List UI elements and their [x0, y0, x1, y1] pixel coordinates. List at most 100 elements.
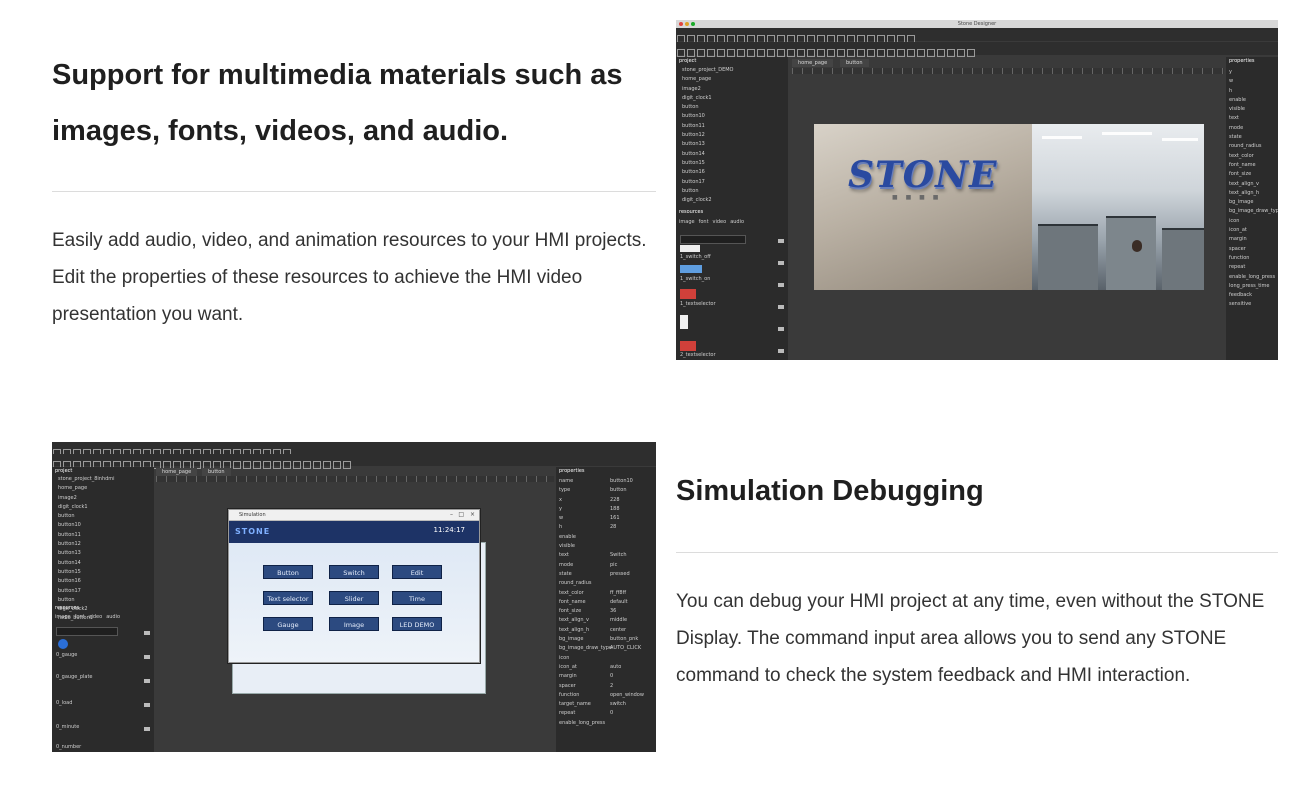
tree-item[interactable]: button10 [682, 112, 733, 121]
resource-item[interactable]: 0_gauge_plate [56, 673, 93, 682]
property-row[interactable]: margin [559, 671, 612, 680]
property-row[interactable]: name [559, 476, 612, 485]
resource-action-icons[interactable] [144, 631, 150, 741]
toolbar-tool-icon[interactable] [717, 49, 725, 57]
property-row[interactable]: feedback [1229, 290, 1278, 299]
toolbar-tool-icon[interactable] [927, 49, 935, 57]
toolbar-tool-icon[interactable] [253, 461, 261, 469]
property-value[interactable]: ff_ff8ff [610, 588, 644, 597]
property-row[interactable]: text [1229, 113, 1278, 122]
property-row[interactable]: spacer [559, 681, 612, 690]
toolbar-tool-icon[interactable] [957, 49, 965, 57]
toolbar-tool-icon[interactable] [697, 49, 705, 57]
property-row[interactable]: font_name [559, 597, 612, 606]
property-value[interactable] [610, 532, 644, 541]
property-row[interactable]: icon [559, 653, 612, 662]
tree-item[interactable]: button12 [682, 131, 733, 140]
resource-action-icons[interactable] [778, 239, 784, 359]
property-value[interactable]: button10 [610, 476, 644, 485]
property-row[interactable]: visible [559, 541, 612, 550]
tree-item[interactable]: button [682, 103, 733, 112]
tree-item[interactable]: image2 [58, 494, 115, 503]
toolbar-tool-icon[interactable] [897, 49, 905, 57]
toolbar-tool-icon[interactable] [333, 461, 341, 469]
hmi-edit-button[interactable]: Edit [392, 565, 442, 579]
property-value[interactable]: Switch [610, 550, 644, 559]
resource-item[interactable]: 2_textselector [680, 351, 716, 360]
toolbar-tool-icon[interactable] [887, 49, 895, 57]
property-row[interactable]: w [559, 513, 612, 522]
property-row[interactable]: function [559, 690, 612, 699]
toolbar-tool-icon[interactable] [797, 49, 805, 57]
resource-item[interactable]: 0_number [56, 743, 81, 752]
property-row[interactable]: h [1229, 86, 1278, 95]
property-row[interactable]: margin [1229, 234, 1278, 243]
tree-item[interactable]: digit_clock1 [58, 503, 115, 512]
tree-item[interactable]: button12 [58, 540, 115, 549]
hmi-button[interactable]: Button [263, 565, 313, 579]
toolbar-tool-icon[interactable] [777, 49, 785, 57]
tree-item[interactable]: button11 [682, 122, 733, 131]
tree-item[interactable]: stone_project_DEMO [682, 66, 733, 75]
tree-item[interactable]: button13 [58, 549, 115, 558]
property-row[interactable]: enable [559, 532, 612, 541]
resource-tab[interactable]: audio [730, 219, 744, 225]
tab-button[interactable]: button [202, 468, 231, 476]
property-row[interactable]: text_align_v [559, 615, 612, 624]
property-value[interactable]: 36 [610, 606, 644, 615]
property-value[interactable] [610, 718, 644, 727]
property-value[interactable]: pressed [610, 569, 644, 578]
minimize-icon[interactable]: – [450, 511, 453, 518]
resource-item[interactable]: 1_switch_on [680, 275, 710, 284]
toolbar-tool-icon[interactable] [737, 49, 745, 57]
property-row[interactable]: function [1229, 253, 1278, 262]
toolbar-tool-icon[interactable] [837, 49, 845, 57]
hmi-gauge-button[interactable]: Gauge [263, 617, 313, 631]
property-row[interactable]: target_name [559, 699, 612, 708]
toolbar-tool-icon[interactable] [917, 49, 925, 57]
property-value[interactable]: 2 [610, 681, 644, 690]
tree-item[interactable]: image2 [682, 85, 733, 94]
property-row[interactable]: type [559, 485, 612, 494]
property-row[interactable]: text_align_v [1229, 179, 1278, 188]
toolbar-tool-icon[interactable] [323, 461, 331, 469]
hmi-image-button[interactable]: Image [329, 617, 379, 631]
property-value[interactable] [610, 653, 644, 662]
property-row[interactable]: mode [1229, 123, 1278, 132]
property-row[interactable]: bg_image_draw_type [1229, 206, 1278, 215]
toolbar-tool-icon[interactable] [263, 461, 271, 469]
property-values[interactable]: button10 button 228 188 161 28 Switch pic presse… [610, 476, 644, 727]
property-row[interactable]: w [1229, 76, 1278, 85]
property-row[interactable]: icon_at [559, 662, 612, 671]
property-row[interactable]: text_align_h [559, 625, 612, 634]
tree-item[interactable]: button11 [58, 531, 115, 540]
project-tree[interactable]: stone_project_DEMO home_page image2 digit_c… [682, 66, 733, 205]
property-row[interactable]: visible [1229, 104, 1278, 113]
toolbar-tool-icon[interactable] [867, 49, 875, 57]
property-row[interactable]: text_color [559, 588, 612, 597]
property-value[interactable]: button_pnk [610, 634, 644, 643]
resource-tab[interactable]: image [679, 219, 695, 225]
property-row[interactable]: round_radius [559, 578, 612, 587]
maximize-icon[interactable]: □ [458, 511, 464, 518]
tab-home-page[interactable]: home_page [156, 468, 198, 476]
tree-item[interactable]: home_page [58, 484, 115, 493]
resource-item[interactable]: 0_minute [56, 723, 79, 732]
property-row[interactable]: repeat [559, 708, 612, 717]
toolbar-tool-icon[interactable] [303, 461, 311, 469]
property-value[interactable]: button [610, 485, 644, 494]
property-row[interactable]: h [559, 522, 612, 531]
toolbar-tool-icon[interactable] [707, 49, 715, 57]
resource-tab[interactable]: video [713, 219, 727, 225]
toolbar-tool-icon[interactable] [787, 49, 795, 57]
tab-button[interactable]: button [840, 59, 869, 67]
tree-item[interactable]: button16 [58, 577, 115, 586]
toolbar-tool-icon[interactable] [967, 49, 975, 57]
toolbar-tool-icon[interactable] [293, 461, 301, 469]
property-value[interactable]: AUTO_CLICK [610, 643, 644, 652]
property-value[interactable]: switch [610, 699, 644, 708]
property-value[interactable] [610, 578, 644, 587]
property-row[interactable]: y [1229, 67, 1278, 76]
property-row[interactable]: enable_long_press [559, 718, 612, 727]
property-row[interactable]: round_radius [1229, 141, 1278, 150]
